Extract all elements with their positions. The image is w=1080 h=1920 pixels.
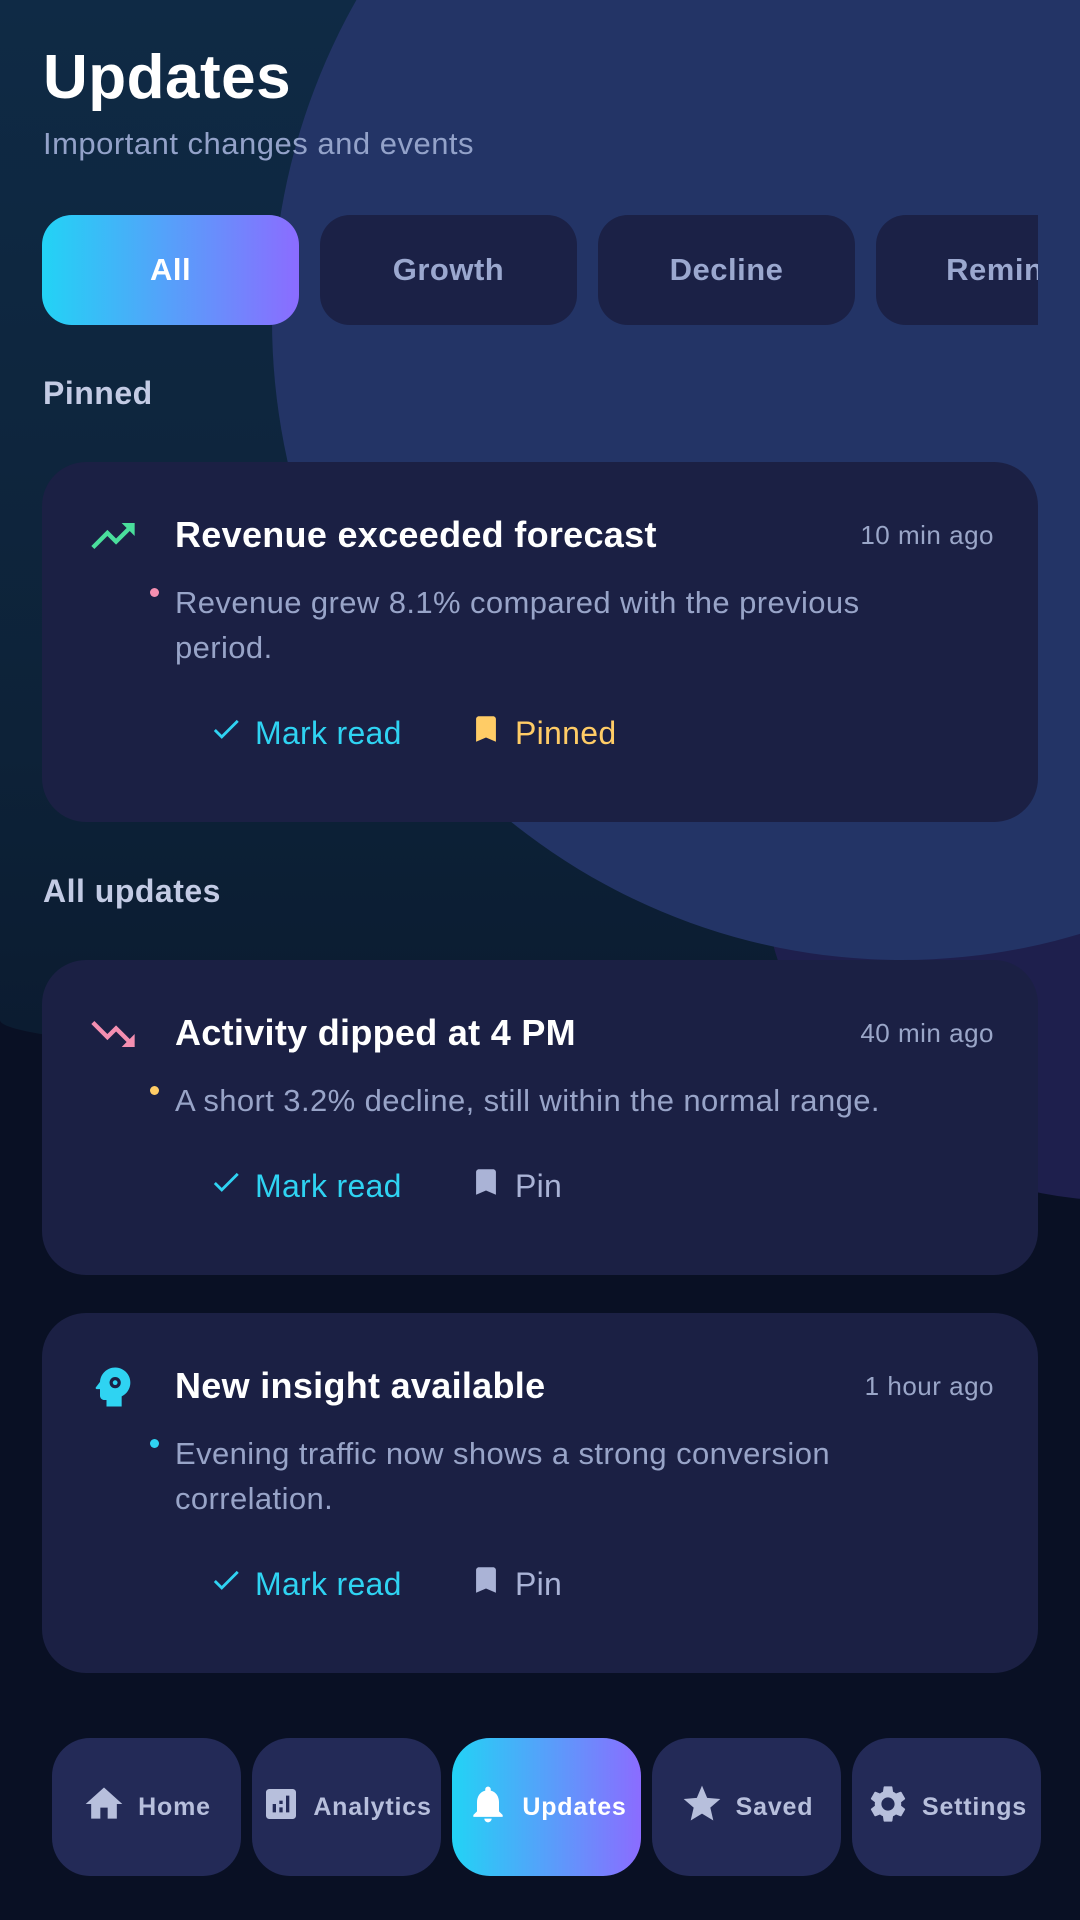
check-icon — [209, 712, 255, 754]
card-timestamp: 40 min ago — [860, 1018, 994, 1048]
card-title: Activity dipped at 4 PM — [175, 1012, 576, 1053]
nav-item-updates[interactable]: Updates — [452, 1738, 641, 1876]
nav-label: Saved — [735, 1792, 814, 1821]
star-icon — [680, 1782, 736, 1833]
card-actions: Mark read Pin — [209, 1563, 562, 1605]
section-label-pinned: Pinned — [43, 375, 153, 411]
card-title: New insight available — [175, 1365, 546, 1406]
bell-icon — [466, 1782, 522, 1833]
card-actions: Mark read Pinned — [209, 712, 616, 754]
pin-label: Pin — [515, 1565, 563, 1602]
filter-chip-all[interactable]: All — [42, 215, 299, 325]
card-body: Evening traffic now shows a strong conve… — [175, 1436, 830, 1516]
unread-dot — [150, 1086, 159, 1095]
mark-read-label: Mark read — [255, 1167, 402, 1204]
update-card[interactable]: Revenue exceeded forecast 10 min ago Rev… — [42, 462, 1038, 822]
check-icon — [209, 1165, 255, 1207]
nav-item-analytics[interactable]: Analytics — [252, 1738, 441, 1876]
filter-chip-remind[interactable]: Remind — [876, 215, 1038, 325]
pin-button[interactable]: Pin — [469, 1563, 562, 1605]
nav-item-saved[interactable]: Saved — [652, 1738, 841, 1876]
pin-label: Pin — [515, 1167, 563, 1204]
bookmark-icon — [469, 712, 515, 754]
nav-item-settings[interactable]: Settings — [852, 1738, 1041, 1876]
pin-label: Pinned — [515, 714, 617, 751]
nav-label: Analytics — [313, 1792, 432, 1821]
nav-label: Settings — [921, 1792, 1028, 1821]
mark-read-button[interactable]: Mark read — [209, 712, 469, 754]
trending-down-icon — [87, 1008, 139, 1060]
card-timestamp: 1 hour ago — [864, 1371, 994, 1401]
filter-chips: All Growth Decline Remind — [42, 215, 1038, 325]
card-timestamp: 10 min ago — [860, 520, 994, 550]
mark-read-button[interactable]: Mark read — [209, 1165, 469, 1207]
section-label-all-updates: All updates — [43, 873, 221, 909]
card-body: Revenue grew 8.1% compared with the prev… — [175, 585, 860, 665]
gear-icon — [866, 1782, 922, 1833]
bottom-nav: Home Analytics Updates Saved Settings — [52, 1738, 1042, 1876]
page-subtitle: Important changes and events — [43, 126, 475, 161]
unread-dot — [150, 1439, 159, 1448]
page-title: Updates — [43, 43, 292, 112]
analytics-icon — [261, 1784, 313, 1831]
card-body: A short 3.2% decline, still within the n… — [175, 1083, 880, 1118]
trending-up-icon — [87, 510, 139, 562]
nav-label: Updates — [522, 1792, 627, 1821]
pinned-button[interactable]: Pinned — [469, 712, 616, 754]
home-icon — [82, 1782, 138, 1833]
bookmark-icon — [469, 1165, 515, 1207]
pin-button[interactable]: Pin — [469, 1165, 562, 1207]
update-card[interactable]: New insight available 1 hour ago Evening… — [42, 1313, 1038, 1673]
filter-chip-decline[interactable]: Decline — [598, 215, 855, 325]
card-title: Revenue exceeded forecast — [175, 514, 657, 555]
mark-read-label: Mark read — [255, 714, 402, 751]
nav-label: Home — [138, 1792, 211, 1821]
card-actions: Mark read Pin — [209, 1165, 562, 1207]
unread-dot — [150, 588, 159, 597]
check-icon — [209, 1563, 255, 1605]
filter-chip-growth[interactable]: Growth — [320, 215, 577, 325]
mark-read-label: Mark read — [255, 1565, 402, 1602]
bookmark-icon — [469, 1563, 515, 1605]
nav-item-home[interactable]: Home — [52, 1738, 241, 1876]
update-card[interactable]: Activity dipped at 4 PM 40 min ago A sho… — [42, 960, 1038, 1275]
insight-head-icon — [87, 1361, 139, 1413]
mark-read-button[interactable]: Mark read — [209, 1563, 469, 1605]
